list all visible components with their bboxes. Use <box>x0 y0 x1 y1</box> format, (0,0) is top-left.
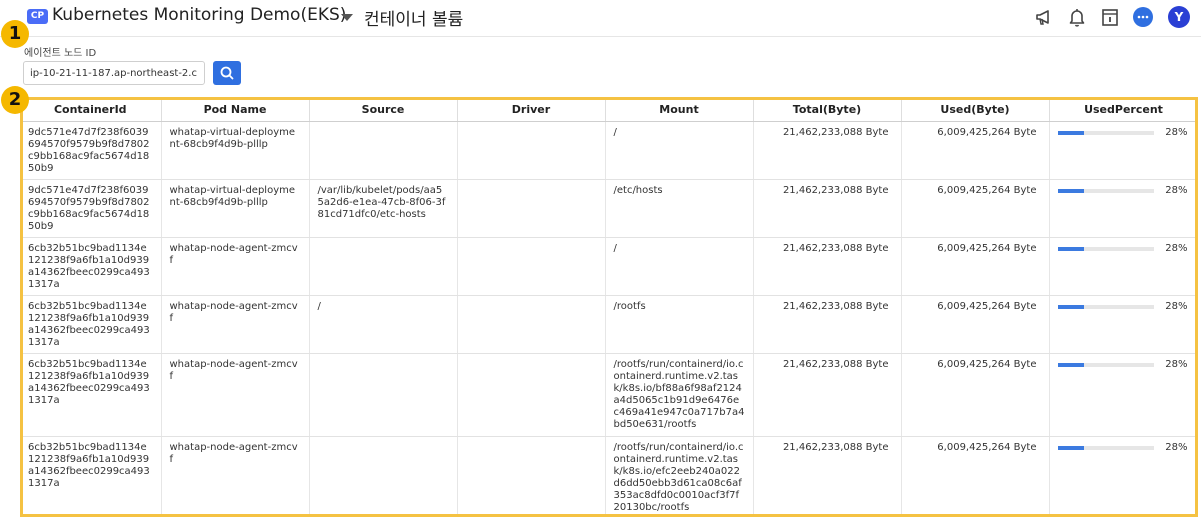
annotation-marker-2: 2 <box>1 86 29 114</box>
source-cell <box>309 353 458 437</box>
used-bytes-cell: 6,009,425,264 Byte <box>901 295 1050 354</box>
usage-percent-label: 28% <box>1165 243 1188 254</box>
column-header-driver[interactable]: Driver <box>457 97 606 122</box>
used-bytes-cell: 6,009,425,264 Byte <box>901 353 1050 437</box>
used-bytes-cell: 6,009,425,264 Byte <box>901 121 1050 180</box>
used-percent-cell: 28% <box>1049 353 1198 437</box>
usage-bar-track <box>1057 131 1154 135</box>
total-bytes-cell: 21,462,233,088 Byte <box>753 353 902 437</box>
usage-bar-track <box>1057 446 1154 450</box>
column-header-used[interactable]: Used(Byte) <box>901 97 1050 122</box>
total-bytes-cell: 21,462,233,088 Byte <box>753 179 902 238</box>
pod-name-cell: whatap-node-agent-zmcvf <box>161 295 310 354</box>
used-bytes-cell: 6,009,425,264 Byte <box>901 237 1050 296</box>
used-percent-cell: 28% <box>1049 436 1198 517</box>
usage-percent-label: 28% <box>1165 127 1188 138</box>
source-cell <box>309 436 458 517</box>
mount-cell: / <box>605 237 754 296</box>
driver-cell <box>457 179 606 238</box>
used-percent-cell: 28% <box>1049 179 1198 238</box>
usage-percent-label: 28% <box>1165 185 1188 196</box>
container-id-cell: 6cb32b51bc9bad1134e121238f9a6fb1a10d939a… <box>20 353 162 437</box>
total-bytes-cell: 21,462,233,088 Byte <box>753 121 902 180</box>
total-bytes-cell: 21,462,233,088 Byte <box>753 237 902 296</box>
mount-cell: /rootfs/run/containerd/io.containerd.run… <box>605 436 754 517</box>
usage-bar-fill <box>1057 247 1085 251</box>
column-header-pod-name[interactable]: Pod Name <box>161 97 310 122</box>
chevron-down-icon[interactable] <box>341 14 353 21</box>
driver-cell <box>457 353 606 437</box>
used-percent-cell: 28% <box>1049 121 1198 180</box>
info-doc-icon[interactable] <box>1099 6 1121 28</box>
container-id-cell: 6cb32b51bc9bad1134e121238f9a6fb1a10d939a… <box>20 237 162 296</box>
usage-bar-fill <box>1057 363 1085 367</box>
mount-cell: /etc/hosts <box>605 179 754 238</box>
driver-cell <box>457 121 606 180</box>
pod-name-cell: whatap-virtual-deployment-68cb9f4d9b-pll… <box>161 179 310 238</box>
search-icon <box>220 66 234 80</box>
top-header: CP Kubernetes Monitoring Demo(EKS) 컨테이너 … <box>0 0 1201 37</box>
bell-icon[interactable] <box>1066 6 1088 28</box>
usage-bar-track <box>1057 363 1154 367</box>
used-percent-cell: 28% <box>1049 295 1198 354</box>
container-id-cell: 9dc571e47d7f238f6039694570f9579b9f8d7802… <box>20 179 162 238</box>
chat-icon[interactable] <box>1132 6 1154 28</box>
used-bytes-cell: 6,009,425,264 Byte <box>901 179 1050 238</box>
usage-percent-label: 28% <box>1165 442 1188 453</box>
pod-name-cell: whatap-node-agent-zmcvf <box>161 353 310 437</box>
mount-cell: /rootfs <box>605 295 754 354</box>
annotation-marker-1: 1 <box>1 20 29 48</box>
table-row[interactable]: 6cb32b51bc9bad1134e121238f9a6fb1a10d939a… <box>20 295 1198 354</box>
container-volume-table: ContainerId Pod Name Source Driver Mount… <box>20 97 1198 517</box>
table-row[interactable]: 6cb32b51bc9bad1134e121238f9a6fb1a10d939a… <box>20 353 1198 437</box>
usage-bar-fill <box>1057 305 1085 309</box>
megaphone-icon[interactable] <box>1033 6 1055 28</box>
pod-name-cell: whatap-node-agent-zmcvf <box>161 237 310 296</box>
page-title: 컨테이너 볼륨 <box>364 10 464 30</box>
pod-name-cell: whatap-node-agent-zmcvf <box>161 436 310 517</box>
container-id-cell: 9dc571e47d7f238f6039694570f9579b9f8d7802… <box>20 121 162 180</box>
table-row[interactable]: 6cb32b51bc9bad1134e121238f9a6fb1a10d939a… <box>20 436 1198 517</box>
table-row[interactable]: 9dc571e47d7f238f6039694570f9579b9f8d7802… <box>20 179 1198 238</box>
mount-cell: / <box>605 121 754 180</box>
column-header-mount[interactable]: Mount <box>605 97 754 122</box>
usage-bar-fill <box>1057 446 1085 450</box>
usage-bar-track <box>1057 247 1154 251</box>
project-name[interactable]: Kubernetes Monitoring Demo(EKS) <box>52 5 346 25</box>
column-header-container-id[interactable]: ContainerId <box>20 97 162 122</box>
usage-bar-track <box>1057 189 1154 193</box>
user-avatar[interactable]: Y <box>1168 6 1190 28</box>
total-bytes-cell: 21,462,233,088 Byte <box>753 436 902 517</box>
source-cell: /var/lib/kubelet/pods/aa55a2d6-e1ea-47cb… <box>309 179 458 238</box>
usage-bar-fill <box>1057 131 1085 135</box>
usage-bar-fill <box>1057 189 1085 193</box>
source-cell <box>309 121 458 180</box>
used-percent-cell: 28% <box>1049 237 1198 296</box>
source-cell <box>309 237 458 296</box>
usage-bar-track <box>1057 305 1154 309</box>
mount-cell: /rootfs/run/containerd/io.containerd.run… <box>605 353 754 437</box>
column-header-used-percent[interactable]: UsedPercent <box>1049 97 1198 122</box>
total-bytes-cell: 21,462,233,088 Byte <box>753 295 902 354</box>
project-type-badge: CP <box>27 9 48 24</box>
source-cell: / <box>309 295 458 354</box>
usage-percent-label: 28% <box>1165 301 1188 312</box>
used-bytes-cell: 6,009,425,264 Byte <box>901 436 1050 517</box>
table-row[interactable]: 6cb32b51bc9bad1134e121238f9a6fb1a10d939a… <box>20 237 1198 296</box>
column-header-total[interactable]: Total(Byte) <box>753 97 902 122</box>
driver-cell <box>457 295 606 354</box>
driver-cell <box>457 237 606 296</box>
table-header-row: ContainerId Pod Name Source Driver Mount… <box>20 97 1198 122</box>
driver-cell <box>457 436 606 517</box>
container-id-cell: 6cb32b51bc9bad1134e121238f9a6fb1a10d939a… <box>20 295 162 354</box>
node-id-label: 에이전트 노드 ID <box>24 48 97 59</box>
node-id-input[interactable] <box>23 61 205 85</box>
column-header-source[interactable]: Source <box>309 97 458 122</box>
search-button[interactable] <box>213 61 241 85</box>
container-id-cell: 6cb32b51bc9bad1134e121238f9a6fb1a10d939a… <box>20 436 162 517</box>
pod-name-cell: whatap-virtual-deployment-68cb9f4d9b-pll… <box>161 121 310 180</box>
table-row[interactable]: 9dc571e47d7f238f6039694570f9579b9f8d7802… <box>20 121 1198 180</box>
usage-percent-label: 28% <box>1165 359 1188 370</box>
